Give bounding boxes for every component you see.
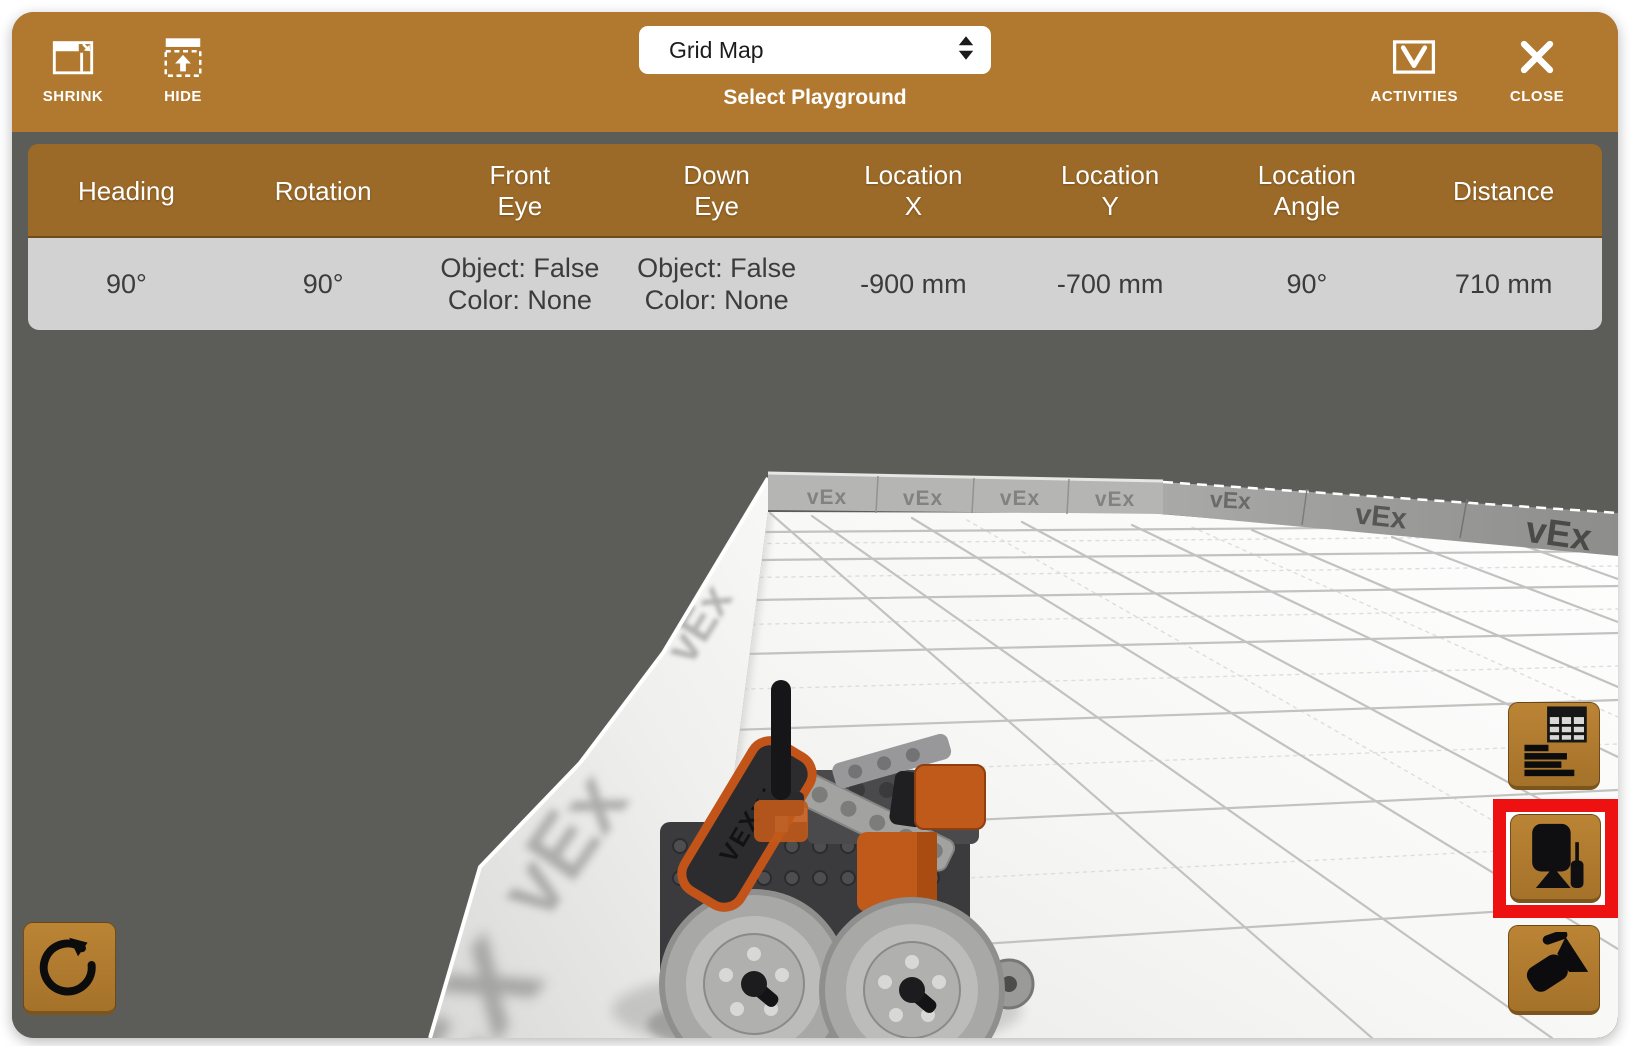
reset-playground-button[interactable] — [23, 922, 116, 1015]
robot-config-icon — [1523, 822, 1589, 893]
activities-button[interactable]: ACTIVITIES — [1370, 34, 1458, 105]
shrink-label: SHRINK — [43, 88, 104, 105]
topbar: SHRINK HIDE Grid Map — [12, 12, 1618, 132]
value-rotation: 90° — [225, 238, 422, 330]
robot-view-highlight — [1493, 799, 1618, 918]
close-label: CLOSE — [1510, 88, 1564, 105]
sensor-table-row: 90° 90° Object: False Color: None Object… — [28, 238, 1602, 330]
col-location-x: Location X — [815, 144, 1012, 238]
value-location-angle: 90° — [1209, 238, 1406, 330]
svg-text:vEx: vEx — [1000, 487, 1040, 510]
col-distance: Distance — [1405, 144, 1602, 238]
activities-icon — [1391, 34, 1437, 80]
value-distance: 710 mm — [1405, 238, 1602, 330]
camera-icon — [1520, 932, 1588, 1005]
value-location-x: -900 mm — [815, 238, 1012, 330]
dashboard-icon — [1520, 706, 1588, 783]
svg-text:vEx: vEx — [903, 487, 943, 510]
svg-text:vEx: vEx — [807, 486, 847, 509]
sensor-dashboard-table: Heading Rotation Front Eye Down Eye Loca… — [28, 144, 1602, 330]
playground-select[interactable]: Grid Map — [639, 26, 991, 74]
col-location-y: Location Y — [1012, 144, 1209, 238]
shrink-button[interactable]: SHRINK — [38, 34, 108, 105]
col-front-eye: Front Eye — [422, 144, 619, 238]
sensor-table-header: Heading Rotation Front Eye Down Eye Loca… — [28, 144, 1602, 238]
activities-label: ACTIVITIES — [1370, 88, 1458, 105]
svg-text:vEx: vEx — [1095, 488, 1135, 511]
close-icon — [1514, 34, 1560, 80]
close-button[interactable]: CLOSE — [1502, 34, 1572, 105]
robot-config-button[interactable] — [1510, 814, 1601, 903]
value-location-y: -700 mm — [1012, 238, 1209, 330]
hide-icon — [160, 34, 206, 80]
value-front-eye: Object: False Color: None — [422, 238, 619, 330]
playground-3d-view[interactable]: vEx vEx vEx vEx vEx vEx vEx — [12, 132, 1618, 1038]
col-rotation: Rotation — [225, 144, 422, 238]
col-down-eye: Down Eye — [618, 144, 815, 238]
svg-text:vEx: vEx — [1354, 498, 1409, 535]
dashboard-toggle-button[interactable] — [1508, 702, 1600, 790]
robot-antenna — [771, 680, 791, 800]
playground-select-value: Grid Map — [669, 37, 764, 64]
select-playground-caption: Select Playground — [635, 86, 995, 110]
col-location-angle: Location Angle — [1209, 144, 1406, 238]
hide-button[interactable]: HIDE — [148, 34, 218, 105]
value-down-eye: Object: False Color: None — [618, 238, 815, 330]
camera-view-button[interactable] — [1508, 925, 1600, 1015]
reset-icon — [34, 929, 106, 1006]
select-spinner-icon — [957, 34, 975, 67]
value-heading: 90° — [28, 238, 225, 330]
hide-label: HIDE — [164, 88, 202, 105]
playground-window: SHRINK HIDE Grid Map — [12, 12, 1618, 1038]
col-heading: Heading — [28, 144, 225, 238]
svg-text:vEx: vEx — [1209, 486, 1251, 514]
shrink-icon — [50, 34, 96, 80]
